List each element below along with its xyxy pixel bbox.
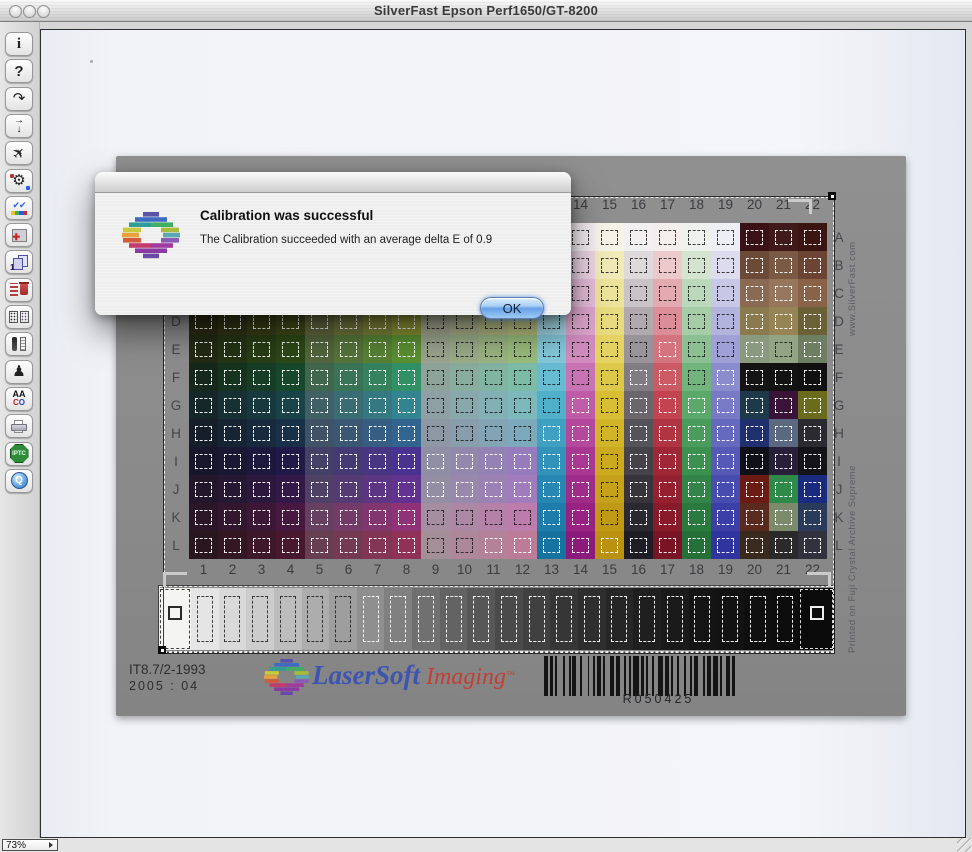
preview-canvas[interactable]: 12345678910111213141516171819202122 1234… (40, 29, 966, 838)
info-button[interactable]: i (5, 32, 33, 56)
color-pixel-icon (10, 174, 14, 178)
add-frame-button[interactable]: ✚ (5, 223, 33, 247)
lasersoft-brand: LaserSoftImaging™ (312, 660, 515, 691)
dialog-body: Calibration was successful The Calibrati… (95, 194, 571, 315)
zoom-level-control[interactable]: 73% (2, 839, 58, 851)
delete-frame-button[interactable] (5, 278, 33, 302)
lasersoft-logo-icon (264, 659, 309, 705)
status-bar: 73% (0, 838, 972, 852)
dialog-message: The Calibration succeeded with an averag… (200, 234, 492, 246)
dialog-title: Calibration was successful (200, 208, 373, 223)
window-titlebar[interactable]: SilverFast Epson Perf1650/GT-8200 (0, 0, 972, 22)
descreen-button[interactable] (5, 305, 33, 329)
stamp-tool-button[interactable]: ♟ (5, 360, 33, 384)
selection-corner-handle[interactable] (158, 646, 166, 654)
print-button[interactable] (5, 414, 33, 438)
popup-arrow-icon (49, 842, 53, 848)
silverfast-url-text: www.SilverFast.com (847, 201, 858, 336)
trademark-symbol: ™ (506, 670, 515, 680)
iptc-button[interactable]: IPTC (5, 442, 33, 466)
brand-primary: LaserSoft (312, 660, 420, 690)
zoom-level-value: 73% (6, 840, 49, 851)
fiducial-corner-icon (163, 572, 187, 587)
paper-type-text: Printed on Fuji Crystal Archive Supreme (847, 428, 858, 653)
batch-date-label: 2005 : 04 (129, 679, 199, 693)
barcode (544, 656, 802, 696)
help-button[interactable]: ? (5, 59, 33, 83)
frame-number-button[interactable]: 1 (5, 250, 33, 274)
silverfast-logo-icon (122, 212, 180, 269)
move-arrows-button[interactable]: →↓ (5, 114, 33, 138)
window-title: SilverFast Epson Perf1650/GT-8200 (0, 3, 972, 18)
dialog-titlebar[interactable] (95, 172, 571, 193)
fiducial-corner-icon (788, 199, 812, 214)
densitometer-button[interactable] (5, 332, 33, 356)
fiducial-corner-icon (807, 572, 831, 587)
text-ocr-button[interactable]: AACO (5, 387, 33, 411)
selection-corner-handle[interactable] (828, 192, 836, 200)
toolbar: i? ↷ →↓ ✈ ⚙ ✔✔ ✚ 1 ♟ AACO IPTC Q (0, 22, 40, 838)
brand-secondary: Imaging (426, 664, 506, 690)
dust-speck (90, 60, 93, 63)
it8-standard-label: IT8.7/2-1993 (129, 662, 206, 677)
scan-pilot-button[interactable]: ✈ (5, 141, 33, 165)
rotate-button[interactable]: ↷ (5, 87, 33, 111)
calibration-dialog: Calibration was successful The Calibrati… (95, 172, 571, 315)
quicktime-button[interactable]: Q (5, 469, 33, 493)
color-pixel-icon (26, 186, 30, 190)
barcode-number: R050425 (571, 692, 746, 706)
expert-settings-button[interactable]: ⚙ (5, 169, 33, 193)
ok-button[interactable]: OK (480, 297, 544, 319)
auto-adjust-button[interactable]: ✔✔ (5, 196, 33, 220)
resize-grip[interactable] (957, 838, 971, 852)
